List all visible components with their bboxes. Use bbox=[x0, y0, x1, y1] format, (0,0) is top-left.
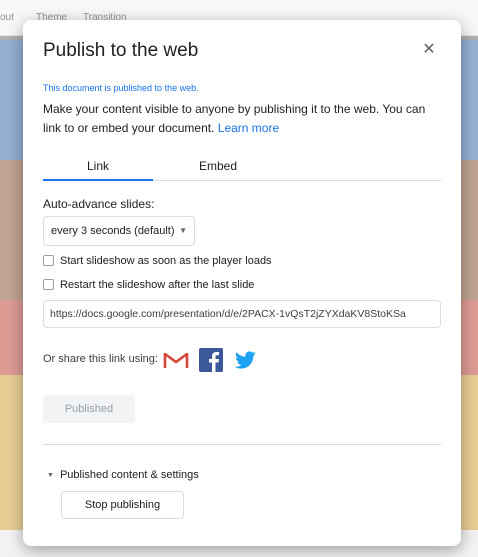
restart-slideshow-label: Restart the slideshow after the last sli… bbox=[60, 279, 255, 291]
published-url-field[interactable]: https://docs.google.com/presentation/d/e… bbox=[43, 300, 441, 328]
stop-publishing-button[interactable]: Stop publishing bbox=[61, 491, 184, 519]
auto-advance-select[interactable]: every 3 seconds (default) ▼ bbox=[43, 216, 195, 246]
start-slideshow-checkbox[interactable] bbox=[43, 255, 54, 266]
published-settings-toggle[interactable]: ▼ Published content & settings bbox=[47, 469, 199, 481]
published-settings-label: Published content & settings bbox=[59, 469, 199, 481]
chevron-down-icon: ▼ bbox=[179, 226, 187, 235]
tab-embed[interactable]: Embed bbox=[163, 155, 273, 181]
tab-link[interactable]: Link bbox=[43, 155, 153, 181]
section-divider bbox=[43, 444, 441, 445]
close-icon[interactable]: ✕ bbox=[419, 40, 439, 60]
start-slideshow-option[interactable]: Start slideshow as soon as the player lo… bbox=[43, 255, 272, 271]
published-status-note: This document is published to the web. bbox=[43, 83, 199, 93]
dialog-title: Publish to the web bbox=[43, 40, 199, 61]
triangle-down-icon: ▼ bbox=[47, 472, 54, 479]
facebook-icon[interactable] bbox=[198, 347, 224, 373]
dialog-description: Make your content visible to anyone by p… bbox=[43, 100, 443, 138]
publish-tabs: Link Embed bbox=[43, 155, 441, 181]
start-slideshow-label: Start slideshow as soon as the player lo… bbox=[60, 255, 272, 267]
published-button: Published bbox=[43, 395, 135, 423]
restart-slideshow-checkbox[interactable] bbox=[43, 279, 54, 290]
auto-advance-value: every 3 seconds (default) bbox=[51, 225, 175, 237]
restart-slideshow-option[interactable]: Restart the slideshow after the last sli… bbox=[43, 279, 254, 295]
publish-dialog: Publish to the web ✕ This document is pu… bbox=[23, 20, 461, 546]
gmail-icon[interactable] bbox=[163, 347, 189, 373]
learn-more-link[interactable]: Learn more bbox=[218, 121, 279, 135]
share-label: Or share this link using: bbox=[43, 353, 158, 365]
twitter-icon[interactable] bbox=[232, 347, 258, 373]
auto-advance-label: Auto-advance slides: bbox=[43, 197, 155, 211]
